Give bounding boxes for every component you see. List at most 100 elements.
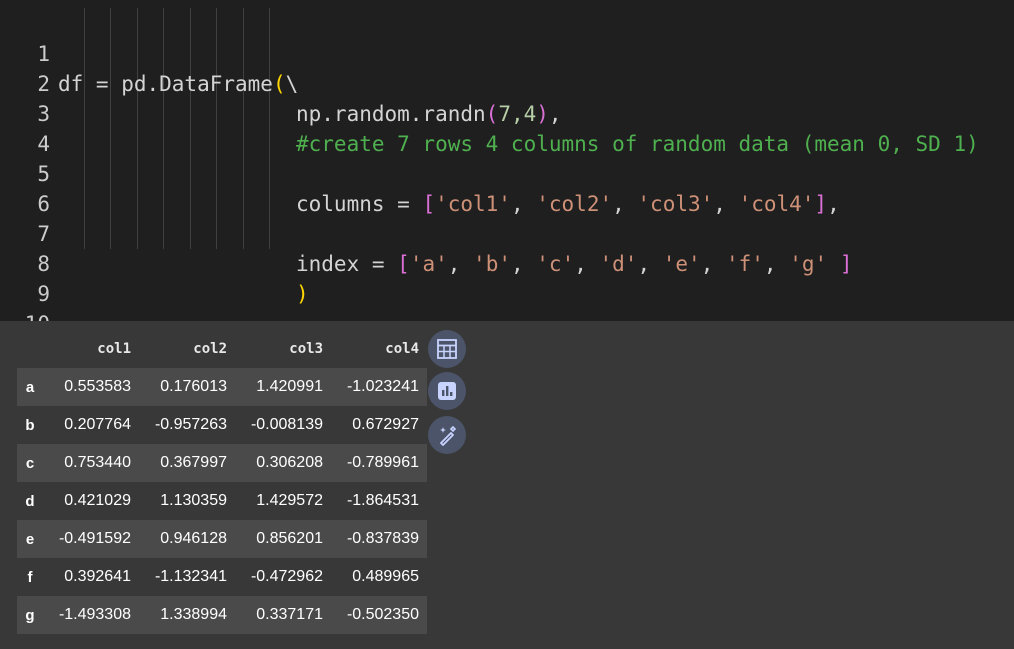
code-token: ( bbox=[485, 102, 499, 126]
table-cell: -0.472962 bbox=[250, 568, 323, 585]
indent-guide bbox=[163, 8, 164, 249]
code-line-5: 5 columns = ['col1', 'col2', 'col3', 'co… bbox=[0, 129, 839, 216]
code-token: ) bbox=[296, 282, 309, 306]
code-token: 'col2' bbox=[536, 192, 613, 216]
table-row: c 0.753440 0.367997 0.306208 -0.789961 bbox=[17, 444, 427, 482]
code-line-10: 10 df bbox=[0, 279, 51, 321]
indent-guide bbox=[84, 8, 85, 249]
indent-guide bbox=[216, 8, 217, 249]
table-header-row: col1 col2 col3 col4 bbox=[17, 330, 427, 368]
table-cell: -0.789961 bbox=[346, 454, 419, 471]
chart-icon bbox=[438, 382, 456, 400]
code-token: df = pd.DataFrame bbox=[58, 72, 273, 96]
code-token: , bbox=[612, 192, 638, 216]
code-token: 'f' bbox=[725, 252, 764, 276]
code-comment: #create 7 rows 4 columns of random data … bbox=[296, 132, 979, 156]
table-icon bbox=[437, 339, 457, 359]
code-editor[interactable]: 1 df = pd.DataFrame(\ 2 np.random.randn(… bbox=[0, 0, 1014, 321]
table-cell: 0.392641 bbox=[64, 568, 131, 585]
code-line-3: 3 #create 7 rows 4 columns of random dat… bbox=[0, 69, 978, 156]
line-number: 10 bbox=[0, 309, 50, 321]
code-token: 7,4 bbox=[498, 102, 537, 126]
column-header: col4 bbox=[385, 341, 419, 357]
code-token: 'g' bbox=[789, 252, 828, 276]
table-cell: 0.753440 bbox=[64, 454, 131, 471]
table-cell: -1.493308 bbox=[58, 606, 131, 623]
code-token: np.random.randn bbox=[296, 102, 486, 126]
row-index: b bbox=[25, 416, 35, 434]
row-index: f bbox=[27, 568, 33, 586]
row-index: d bbox=[25, 492, 35, 510]
code-token: 'col1' bbox=[435, 192, 511, 216]
table-cell: -0.837839 bbox=[346, 530, 419, 547]
table-row: g -1.493308 1.338994 0.337171 -0.502350 bbox=[17, 596, 427, 634]
table-cell: 1.338994 bbox=[160, 606, 227, 623]
code-line-2: 2 np.random.randn(7,4), bbox=[0, 39, 561, 126]
code-token: ] bbox=[814, 192, 828, 216]
table-row: a 0.553583 0.176013 1.420991 -1.023241 bbox=[17, 368, 427, 406]
table-cell: 1.420991 bbox=[256, 378, 323, 395]
table-cell: 0.207764 bbox=[64, 416, 131, 433]
table-cell: 0.367997 bbox=[160, 454, 227, 471]
table-cell: 0.946128 bbox=[160, 530, 227, 547]
table-cell: -0.491592 bbox=[58, 530, 131, 547]
code-token: index = bbox=[296, 252, 398, 276]
convert-to-table-button[interactable] bbox=[428, 330, 466, 368]
code-token: \ bbox=[285, 72, 299, 96]
table-cell: 0.421029 bbox=[64, 492, 131, 509]
indent-guide bbox=[110, 8, 111, 249]
table-cell: -1.132341 bbox=[154, 568, 227, 585]
code-token: 'a' bbox=[409, 252, 448, 276]
suggest-charts-button[interactable] bbox=[428, 372, 466, 410]
table-cell: -0.008139 bbox=[250, 416, 323, 433]
code-token: , bbox=[763, 252, 790, 276]
column-header: col3 bbox=[289, 341, 323, 357]
code-token: columns = bbox=[296, 192, 423, 216]
code-token: , bbox=[548, 102, 562, 126]
table-row: e -0.491592 0.946128 0.856201 -0.837839 bbox=[17, 520, 427, 558]
code-token: 'col3' bbox=[637, 192, 714, 216]
code-line-1: 1 df = pd.DataFrame(\ bbox=[0, 9, 298, 96]
code-token: ( bbox=[272, 72, 286, 96]
dataframe-table: col1 col2 col3 col4 a 0.553583 0.176013 … bbox=[17, 330, 427, 634]
code-token: [ bbox=[397, 252, 410, 276]
magic-wand-icon bbox=[440, 425, 457, 446]
code-token: 'e' bbox=[662, 252, 701, 276]
table-cell: -0.502350 bbox=[346, 606, 419, 623]
code-token: 'col4' bbox=[738, 192, 815, 216]
table-cell: 0.306208 bbox=[256, 454, 323, 471]
code-token: , bbox=[637, 252, 663, 276]
code-token: , bbox=[827, 192, 840, 216]
generate-code-button[interactable] bbox=[428, 416, 466, 454]
table-cell: -0.957263 bbox=[154, 416, 227, 433]
code-line-6: 6 bbox=[0, 159, 51, 216]
code-token: , bbox=[700, 252, 726, 276]
code-token: , bbox=[510, 252, 537, 276]
indent-guide bbox=[190, 8, 191, 249]
code-token: , bbox=[510, 192, 537, 216]
code-token: 'b' bbox=[473, 252, 511, 276]
indent-guide bbox=[243, 8, 244, 249]
code-token: ] bbox=[839, 252, 853, 276]
column-header: col2 bbox=[193, 341, 227, 357]
code-token: 'd' bbox=[599, 252, 638, 276]
code-line-8: 8 ) bbox=[0, 219, 308, 306]
code-token: [ bbox=[422, 192, 436, 216]
code-token: ) bbox=[536, 102, 549, 126]
table-cell: 0.337171 bbox=[256, 606, 323, 623]
cell-output: col1 col2 col3 col4 a 0.553583 0.176013 … bbox=[0, 321, 1014, 649]
code-line-9: 9 bbox=[0, 249, 51, 306]
column-header: col1 bbox=[97, 341, 131, 357]
code-token: 'c' bbox=[536, 252, 575, 276]
row-index: e bbox=[25, 530, 35, 548]
row-index: a bbox=[25, 378, 35, 396]
table-cell: 1.130359 bbox=[160, 492, 227, 509]
table-cell: 0.489965 bbox=[352, 568, 419, 585]
index-header bbox=[17, 330, 43, 368]
table-row: b 0.207764 -0.957263 -0.008139 0.672927 bbox=[17, 406, 427, 444]
table-cell: 0.176013 bbox=[160, 378, 227, 395]
table-cell: 0.856201 bbox=[256, 530, 323, 547]
table-row: f 0.392641 -1.132341 -0.472962 0.489965 bbox=[17, 558, 427, 596]
table-cell: 1.429572 bbox=[256, 492, 323, 509]
